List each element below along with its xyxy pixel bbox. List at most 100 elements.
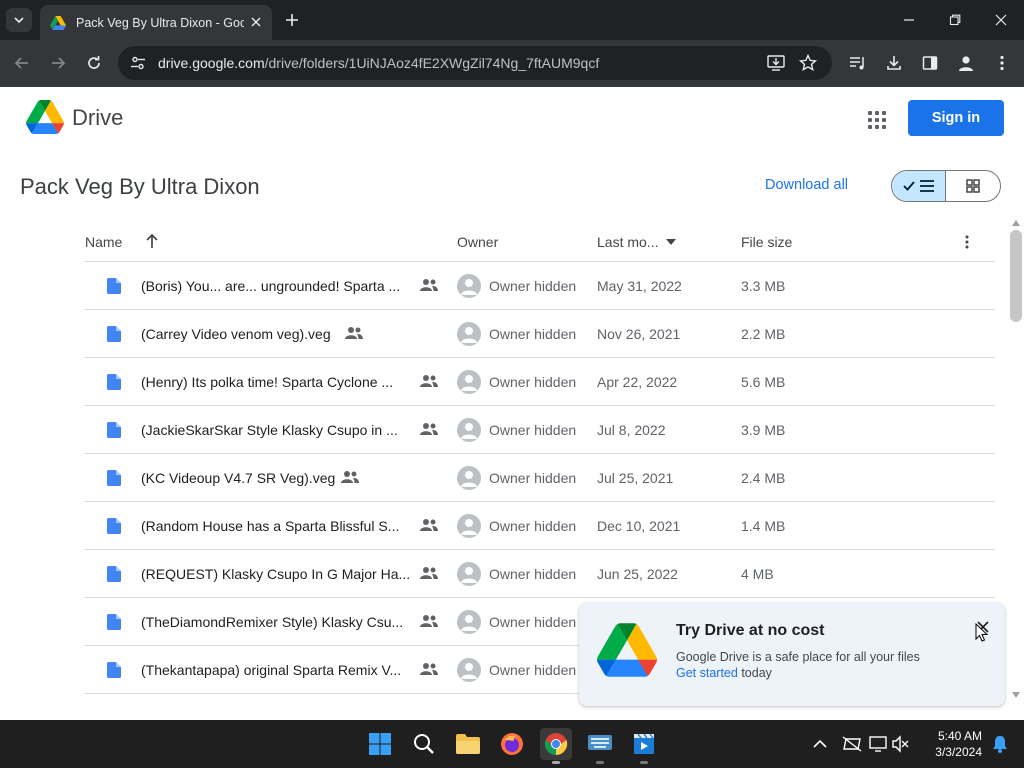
column-header-size[interactable]: File size xyxy=(741,234,792,250)
notifications-button[interactable] xyxy=(984,728,1016,760)
clock-time: 5:40 AM xyxy=(937,729,982,743)
table-row[interactable]: (Boris) You... are... ungrounded! Sparta… xyxy=(84,262,995,310)
person-icon xyxy=(461,519,477,535)
profile-icon xyxy=(959,56,973,71)
person-icon xyxy=(461,663,477,679)
try-drive-promo: Try Drive at no cost Google Drive is a s… xyxy=(579,603,1005,706)
media-controls-button[interactable] xyxy=(846,51,870,75)
file-icon xyxy=(107,566,121,582)
person-icon xyxy=(461,279,477,295)
browser-tab[interactable]: Pack Veg By Ultra Dixon - Goog xyxy=(40,5,272,40)
product-name: Drive xyxy=(72,105,124,130)
browser-menu-button[interactable] xyxy=(990,51,1014,75)
tab-search-button[interactable] xyxy=(6,8,32,32)
side-panel-icon xyxy=(922,56,938,70)
minimize-icon xyxy=(904,19,914,21)
system-clock[interactable]: 5:40 AM 3/3/2024 xyxy=(928,728,982,760)
scroll-down-arrow-icon[interactable] xyxy=(1012,692,1020,698)
drive-logo-icon xyxy=(597,623,657,677)
taskbar-search-button[interactable] xyxy=(408,728,440,760)
last-modified: Nov 26, 2021 xyxy=(597,326,681,342)
site-settings-icon[interactable] xyxy=(130,55,146,71)
owner-avatar xyxy=(457,562,481,586)
column-header-modified[interactable]: Last mo... xyxy=(597,234,658,250)
person-icon xyxy=(461,423,477,439)
install-icon xyxy=(767,55,785,71)
forward-button[interactable] xyxy=(46,51,70,75)
downloads-button[interactable] xyxy=(882,51,906,75)
reload-button[interactable] xyxy=(82,51,106,75)
table-header: Name Owner Last mo... File size xyxy=(84,222,995,262)
promo-cta-suffix: today xyxy=(737,666,772,680)
scroll-up-arrow-icon[interactable] xyxy=(1012,220,1020,226)
person-icon xyxy=(461,327,477,343)
new-tab-button[interactable] xyxy=(280,8,304,32)
table-row[interactable]: (Random House has a Sparta Blissful S...… xyxy=(84,502,995,550)
table-row[interactable]: (JackieSkarSkar Style Klasky Csupo in ..… xyxy=(84,406,995,454)
url-host: drive.google.com xyxy=(158,55,265,71)
restore-button[interactable] xyxy=(932,0,978,40)
chrome-button[interactable] xyxy=(540,728,572,764)
sort-arrow-up-icon[interactable] xyxy=(145,233,159,249)
minimize-button[interactable] xyxy=(886,0,932,40)
column-header-owner[interactable]: Owner xyxy=(457,234,498,250)
sign-in-button[interactable]: Sign in xyxy=(908,100,1004,136)
file-size: 2.2 MB xyxy=(741,326,786,342)
person-icon xyxy=(461,615,477,631)
network-status-button[interactable] xyxy=(836,728,868,760)
running-indicator xyxy=(596,761,604,764)
more-vert-icon[interactable] xyxy=(964,235,970,249)
browser-tabstrip: Pack Veg By Ultra Dixon - Goog xyxy=(0,0,1024,40)
tab-title: Pack Veg By Ultra Dixon - Goog xyxy=(76,15,244,30)
table-row[interactable]: (REQUEST) Klasky Csupo In G Major Ha... … xyxy=(84,550,995,598)
shared-icon xyxy=(341,471,359,483)
table-row[interactable]: (Henry) Its polka time! Sparta Cyclone .… xyxy=(84,358,995,406)
start-button[interactable] xyxy=(364,728,396,760)
firefox-button[interactable] xyxy=(496,728,528,760)
show-hidden-icons-button[interactable] xyxy=(804,728,836,760)
shared-icon xyxy=(345,327,363,339)
quick-settings-button[interactable] xyxy=(868,728,910,760)
file-name: (REQUEST) Klasky Csupo In G Major Ha... xyxy=(141,566,411,582)
file-name: (JackieSkarSkar Style Klasky Csupo in ..… xyxy=(141,422,398,438)
view-toggle xyxy=(891,170,1001,202)
plus-icon xyxy=(286,14,298,26)
on-screen-keyboard-button[interactable] xyxy=(584,728,616,764)
dropdown-arrow-icon[interactable] xyxy=(666,239,676,245)
drive-favicon-icon xyxy=(50,15,66,30)
tab-close-button[interactable] xyxy=(248,14,264,30)
table-row[interactable]: (KC Videoup V4.7 SR Veg).veg Owner hidde… xyxy=(84,454,995,502)
owner-avatar xyxy=(457,514,481,538)
media-app-button[interactable] xyxy=(628,728,660,764)
grid-view-button[interactable] xyxy=(946,171,1000,201)
window-close-button[interactable] xyxy=(978,0,1024,40)
owner-avatar xyxy=(457,466,481,490)
table-row[interactable]: (Carrey Video venom veg).veg Owner hidde… xyxy=(84,310,995,358)
bookmark-button[interactable] xyxy=(796,51,820,75)
reload-icon xyxy=(88,56,100,69)
address-bar[interactable]: drive.google.com/drive/folders/1UiNJAoz4… xyxy=(118,46,832,80)
list-view-button[interactable] xyxy=(892,171,947,201)
download-all-button[interactable]: Download all xyxy=(765,177,848,193)
file-size: 3.9 MB xyxy=(741,422,786,438)
file-icon xyxy=(107,422,121,438)
drive-logo-icon[interactable] xyxy=(26,100,64,134)
display-volume-icon xyxy=(869,735,909,753)
google-apps-button[interactable] xyxy=(862,105,890,133)
column-header-name[interactable]: Name xyxy=(85,234,122,250)
file-icon xyxy=(107,326,121,342)
shared-icon xyxy=(420,663,438,675)
profile-button[interactable] xyxy=(954,51,978,75)
back-button[interactable] xyxy=(10,51,34,75)
scrollbar-thumb[interactable] xyxy=(1010,230,1022,322)
file-name: (Boris) You... are... ungrounded! Sparta… xyxy=(141,278,401,294)
install-app-button[interactable] xyxy=(764,51,788,75)
get-started-link[interactable]: Get started xyxy=(676,666,738,680)
url-text[interactable]: drive.google.com/drive/folders/1UiNJAoz4… xyxy=(158,55,599,71)
owner-avatar xyxy=(457,370,481,394)
clock-date: 3/3/2024 xyxy=(935,745,982,759)
folder-icon xyxy=(456,734,480,754)
file-explorer-button[interactable] xyxy=(452,728,484,760)
side-panel-button[interactable] xyxy=(918,51,942,75)
chrome-icon xyxy=(544,733,568,755)
